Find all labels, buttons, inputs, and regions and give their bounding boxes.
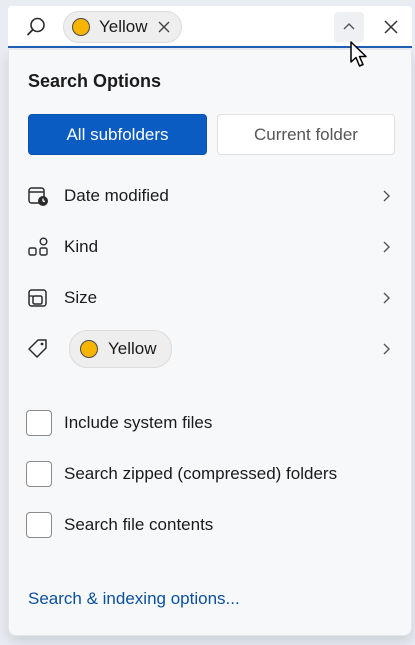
calendar-clock-icon [28,187,48,206]
yellow-color-dot-icon [80,340,98,358]
filter-size[interactable]: Size [9,276,413,320]
filter-date-modified[interactable]: Date modified [9,174,413,218]
yellow-color-dot-icon [72,18,90,36]
size-icon [28,289,47,307]
close-icon [384,20,398,34]
chevron-right-icon [383,292,390,304]
search-file-contents-option[interactable]: Search file contents [9,505,413,545]
chevron-right-icon [383,241,390,253]
filter-tag[interactable]: Yellow [9,327,413,371]
mouse-cursor-icon [350,41,367,67]
collapse-button[interactable] [334,12,364,42]
kind-grid-icon [28,237,48,256]
checkbox-label: Search file contents [64,515,214,534]
filter-label: Date modified [64,186,169,205]
current-folder-button[interactable]: Current folder [217,114,395,155]
search-indexing-options-link[interactable]: Search & indexing options... [28,589,240,609]
search-zipped-folders-checkbox[interactable] [26,461,52,487]
tag-chip-yellow[interactable]: Yellow [69,330,172,368]
chevron-right-icon [383,343,390,355]
filter-kind[interactable]: Kind [9,225,413,269]
search-chip-yellow[interactable]: Yellow [63,11,182,43]
filter-label: Size [64,288,98,307]
close-search-button[interactable] [379,15,403,39]
chip-label: Yellow [99,17,148,36]
close-icon[interactable] [157,20,171,34]
chevron-up-icon [343,23,355,30]
panel-heading: Search Options [28,71,162,91]
checkbox-label: Search zipped (compressed) folders [64,464,338,483]
include-system-files-option[interactable]: Include system files [9,403,413,443]
tag-icon [28,339,47,358]
search-file-contents-checkbox[interactable] [26,512,52,538]
checkbox-label: Include system files [64,413,213,432]
search-zipped-folders-option[interactable]: Search zipped (compressed) folders [9,454,413,494]
search-options-panel: Search Options All subfolders Current fo… [8,50,412,636]
search-icon[interactable] [25,16,47,38]
all-subfolders-button[interactable]: All subfolders [28,114,207,155]
filter-label: Kind [64,237,99,256]
chevron-right-icon [383,190,390,202]
chip-label: Yellow [108,339,157,358]
include-system-files-checkbox[interactable] [26,410,52,436]
